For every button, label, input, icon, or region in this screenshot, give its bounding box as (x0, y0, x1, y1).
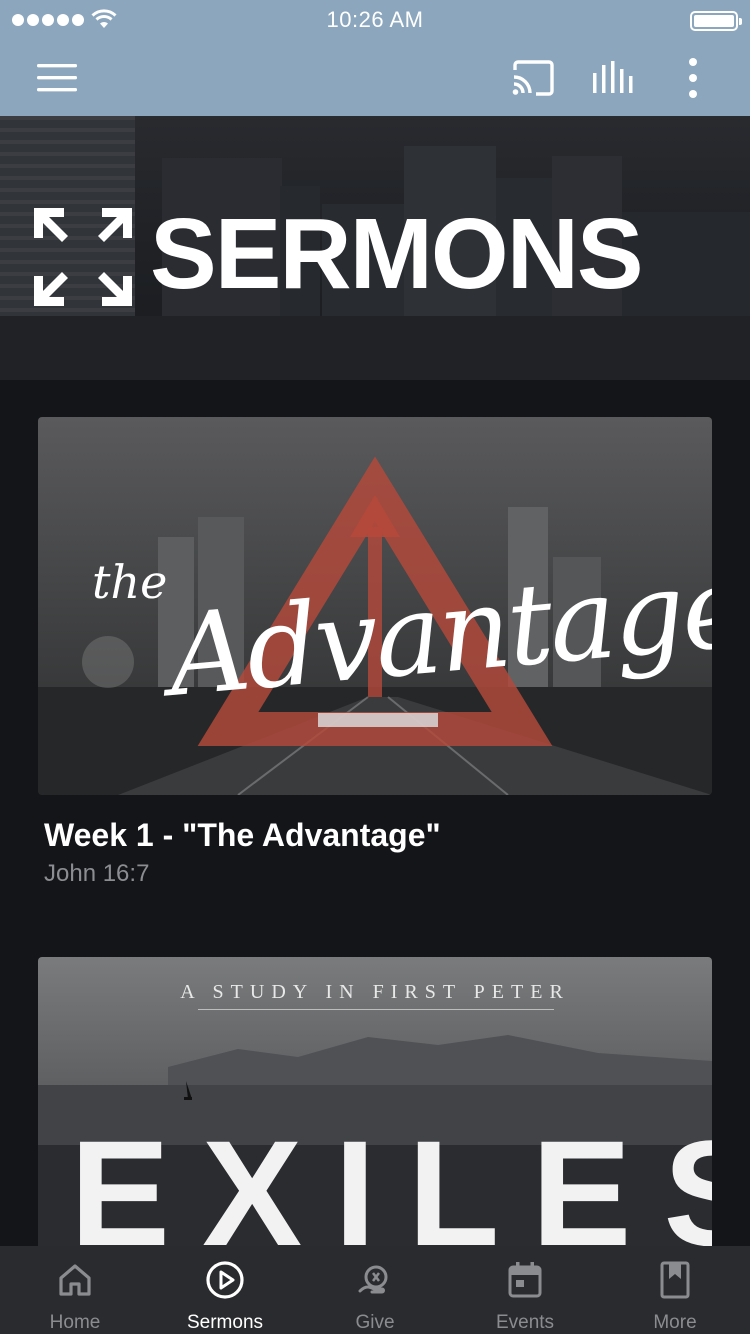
artwork-title: EXILES (70, 1109, 712, 1246)
sermon-card[interactable]: the Advantage Week 1 - "The Advantage" J… (38, 417, 712, 888)
tab-more[interactable]: More (600, 1246, 750, 1334)
sermon-artwork[interactable]: A STUDY IN FIRST PETER EXILES (38, 957, 712, 1246)
tab-label: Sermons (186, 1312, 264, 1333)
sermon-title[interactable]: Week 1 - "The Advantage" (38, 817, 712, 854)
give-icon (358, 1265, 388, 1294)
more-options-button[interactable] (671, 56, 715, 100)
cast-button[interactable] (511, 56, 555, 100)
tab-label: Home (49, 1312, 101, 1333)
tab-bar: Home Sermons Give Events More (0, 1246, 750, 1334)
tab-give[interactable]: Give (300, 1246, 450, 1334)
menu-button[interactable] (35, 56, 79, 100)
tab-home[interactable]: Home (0, 1246, 150, 1334)
play-circle-icon (206, 1261, 244, 1299)
sermon-card[interactable]: A STUDY IN FIRST PETER EXILES (38, 957, 712, 1246)
hamburger-menu-icon (37, 64, 77, 92)
sermon-list[interactable]: the Advantage Week 1 - "The Advantage" J… (0, 380, 750, 1246)
navigation-bar (0, 40, 750, 116)
artwork-text-the: the (92, 555, 168, 609)
battery-icon (690, 11, 742, 31)
hero-title: SERMONS (150, 198, 644, 310)
sermon-artwork[interactable]: the Advantage (38, 417, 712, 795)
audio-bars-icon (593, 61, 633, 93)
calendar-icon (508, 1262, 542, 1298)
cast-icon (512, 60, 554, 96)
sermon-subtitle: John 16:7 (44, 860, 150, 887)
tab-events[interactable]: Events (450, 1246, 600, 1334)
tab-label: Events (495, 1312, 555, 1333)
home-icon (59, 1264, 91, 1296)
artwork-kicker: A STUDY IN FIRST PETER (180, 981, 570, 1003)
status-time: 10:26 AM (326, 7, 424, 32)
top-bar: 10:26 AM (0, 0, 750, 116)
tab-label: More (653, 1312, 697, 1333)
tab-sermons[interactable]: Sermons (150, 1246, 300, 1334)
vertical-dots-icon (689, 58, 697, 98)
artwork-divider (198, 1009, 554, 1010)
tab-label: Give (355, 1312, 395, 1333)
sermons-hero-banner: SERMONS (0, 116, 750, 380)
audio-button[interactable] (591, 56, 635, 100)
bookmark-book-icon (660, 1261, 690, 1299)
status-bar: 10:26 AM (0, 0, 750, 40)
four-arrows-logo (34, 208, 132, 306)
